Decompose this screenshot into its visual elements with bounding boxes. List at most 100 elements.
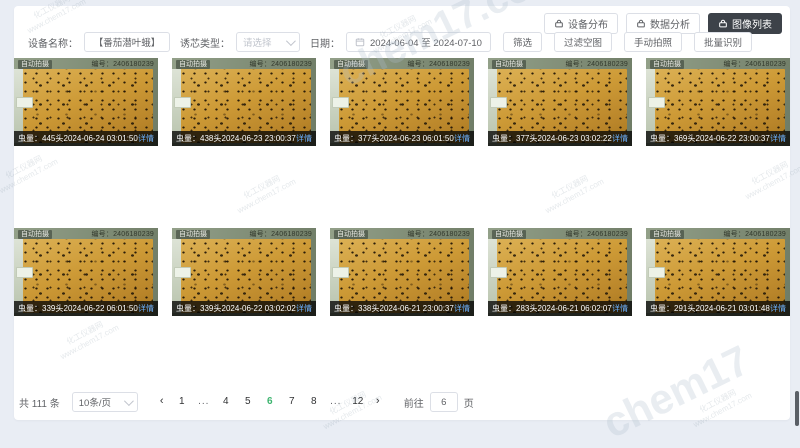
detail-link[interactable]: 详情: [770, 303, 786, 314]
capture-mode-badge: 自动拍摄: [334, 60, 368, 69]
photo-header-overlay: 自动拍摄 编号：2406180239: [330, 58, 474, 70]
lure-type-label: 诱芯类型：: [180, 35, 230, 50]
capture-mode-badge: 自动拍摄: [492, 60, 526, 69]
photo-footer-overlay: 虫量：291头 2024-06-21 03:01:48 详情: [646, 301, 790, 316]
total-count-label: 共 111 条: [19, 395, 60, 410]
capture-mode-badge: 自动拍摄: [492, 230, 526, 239]
lure-type-placeholder: 请选择: [243, 35, 272, 49]
image-card[interactable]: 自动拍摄 编号：2406180239 虫量：339头 2024-06-22 06…: [14, 228, 158, 316]
detail-link[interactable]: 详情: [770, 133, 786, 144]
detail-link[interactable]: 详情: [612, 133, 628, 144]
trap-photo: 自动拍摄 编号：2406180239 虫量：445头 2024-06-24 03…: [14, 58, 158, 146]
photo-footer-overlay: 虫量：339头 2024-06-22 06:01:50 详情: [14, 301, 158, 316]
trap-device-tag: [174, 97, 191, 108]
capture-time: 2024-06-22 06:01:50: [63, 304, 138, 313]
capture-time: 2024-06-23 03:02:22: [537, 134, 612, 143]
insect-count: 虫量：445头: [18, 133, 63, 144]
date-range-value: 2024-06-04 至 2024-07-10: [370, 35, 482, 49]
trap-photo: 自动拍摄 编号：2406180239 虫量：438头 2024-06-23 23…: [172, 58, 316, 146]
photo-header-overlay: 自动拍摄 编号：2406180239: [14, 228, 158, 240]
pager-ellipsis[interactable]: ...: [326, 392, 346, 412]
pager-page-8[interactable]: 8: [304, 392, 324, 412]
detail-link[interactable]: 详情: [612, 303, 628, 314]
image-card[interactable]: 自动拍摄 编号：2406180239 虫量：438头 2024-06-23 23…: [172, 58, 316, 146]
detail-link[interactable]: 详情: [138, 133, 154, 144]
device-distribution-button[interactable]: 设备分布: [544, 13, 618, 34]
capture-mode-badge: 自动拍摄: [18, 230, 52, 239]
insect-count: 虫量：339头: [18, 303, 63, 314]
goto-page-group: 前往 6 页: [404, 392, 474, 412]
image-list-button[interactable]: 图像列表: [708, 13, 782, 34]
image-card[interactable]: 自动拍摄 编号：2406180239 虫量：377头 2024-06-23 06…: [330, 58, 474, 146]
goto-page-input[interactable]: 6: [430, 392, 458, 412]
device-number-label: 编号：2406180239: [249, 59, 312, 69]
image-card[interactable]: 自动拍摄 编号：2406180239 虫量：445头 2024-06-24 03…: [14, 58, 158, 146]
data-analysis-button[interactable]: 数据分析: [626, 13, 700, 34]
trap-photo: 自动拍摄 编号：2406180239 虫量：291头 2024-06-21 03…: [646, 228, 790, 316]
manual-photo-button[interactable]: 手动拍照: [624, 32, 682, 52]
pager-ellipsis[interactable]: ...: [194, 392, 214, 412]
device-number-label: 编号：2406180239: [723, 59, 786, 69]
detail-link[interactable]: 详情: [454, 303, 470, 314]
capture-time: 2024-06-22 03:02:02: [221, 304, 296, 313]
trap-device-tag: [490, 267, 507, 278]
photo-footer-overlay: 虫量：377头 2024-06-23 03:02:22 详情: [488, 131, 632, 146]
prev-page-button[interactable]: ‹: [154, 392, 170, 412]
chevron-down-icon: [124, 396, 134, 406]
page-size-select[interactable]: 10条/页: [72, 392, 138, 412]
device-name-label: 设备名称：: [28, 35, 78, 50]
photo-footer-overlay: 虫量：369头 2024-06-22 23:00:37 详情: [646, 131, 790, 146]
trap-photo: 自动拍摄 编号：2406180239 虫量：339头 2024-06-22 03…: [172, 228, 316, 316]
image-card[interactable]: 自动拍摄 编号：2406180239 虫量：369头 2024-06-22 23…: [646, 58, 790, 146]
date-range-input[interactable]: 2024-06-04 至 2024-07-10: [346, 32, 491, 52]
device-number-label: 编号：2406180239: [91, 59, 154, 69]
detail-link[interactable]: 详情: [296, 133, 312, 144]
pagination-bar: 共 111 条 10条/页 ‹ 1...45678...12 › 前往 6 页: [19, 392, 474, 412]
image-card[interactable]: 自动拍摄 编号：2406180239 虫量：291头 2024-06-21 03…: [646, 228, 790, 316]
pager-page-12[interactable]: 12: [348, 392, 368, 412]
image-card[interactable]: 自动拍摄 编号：2406180239 虫量：377头 2024-06-23 03…: [488, 58, 632, 146]
main-panel: 设备分布 数据分析 图像列表 设备名称： 【番茄潜叶蛾】 诱芯类型： 请选择 日…: [14, 6, 790, 420]
pager-pages: 1...45678...12: [172, 392, 368, 412]
capture-mode-badge: 自动拍摄: [176, 60, 210, 69]
photo-footer-overlay: 虫量：377头 2024-06-23 06:01:50 详情: [330, 131, 474, 146]
filter-button[interactable]: 筛选: [503, 32, 542, 52]
pager-page-5[interactable]: 5: [238, 392, 258, 412]
trap-device-tag: [332, 97, 349, 108]
filter-empty-images-button[interactable]: 过滤空图: [554, 32, 612, 52]
pager-page-1[interactable]: 1: [172, 392, 192, 412]
view-switch-group: 设备分布 数据分析 图像列表: [544, 13, 782, 34]
image-card[interactable]: 自动拍摄 编号：2406180239 虫量：283头 2024-06-21 06…: [488, 228, 632, 316]
trap-device-tag: [16, 267, 33, 278]
chevron-down-icon: [286, 36, 296, 46]
insect-count: 虫量：291头: [650, 303, 695, 314]
detail-link[interactable]: 详情: [138, 303, 154, 314]
device-number-label: 编号：2406180239: [407, 229, 470, 239]
photo-footer-overlay: 虫量：445头 2024-06-24 03:01:50 详情: [14, 131, 158, 146]
device-name-input[interactable]: 【番茄潜叶蛾】: [84, 32, 170, 52]
batch-recognize-button[interactable]: 批量识别: [694, 32, 752, 52]
insect-count: 虫量：377头: [492, 133, 537, 144]
capture-time: 2024-06-21 03:01:48: [695, 304, 770, 313]
pager-page-6[interactable]: 6: [260, 392, 280, 412]
image-card-grid: 自动拍摄 编号：2406180239 虫量：445头 2024-06-24 03…: [14, 58, 790, 316]
pager-page-4[interactable]: 4: [216, 392, 236, 412]
photo-header-overlay: 自动拍摄 编号：2406180239: [488, 228, 632, 240]
scrollbar-thumb[interactable]: [795, 391, 799, 426]
detail-link[interactable]: 详情: [296, 303, 312, 314]
device-number-label: 编号：2406180239: [565, 59, 628, 69]
image-card[interactable]: 自动拍摄 编号：2406180239 虫量：338头 2024-06-21 23…: [330, 228, 474, 316]
pager-page-7[interactable]: 7: [282, 392, 302, 412]
pager: ‹ 1...45678...12 ›: [154, 392, 386, 412]
capture-mode-badge: 自动拍摄: [18, 60, 52, 69]
image-card[interactable]: 自动拍摄 编号：2406180239 虫量：339头 2024-06-22 03…: [172, 228, 316, 316]
goto-suffix-label: 页: [464, 395, 474, 410]
lure-type-select[interactable]: 请选择: [236, 32, 300, 52]
detail-link[interactable]: 详情: [454, 133, 470, 144]
capture-time: 2024-06-22 23:00:37: [695, 134, 770, 143]
insect-count: 虫量：438头: [176, 133, 221, 144]
next-page-button[interactable]: ›: [370, 392, 386, 412]
trap-device-tag: [332, 267, 349, 278]
insect-count: 虫量：283头: [492, 303, 537, 314]
calendar-icon: [355, 37, 365, 47]
